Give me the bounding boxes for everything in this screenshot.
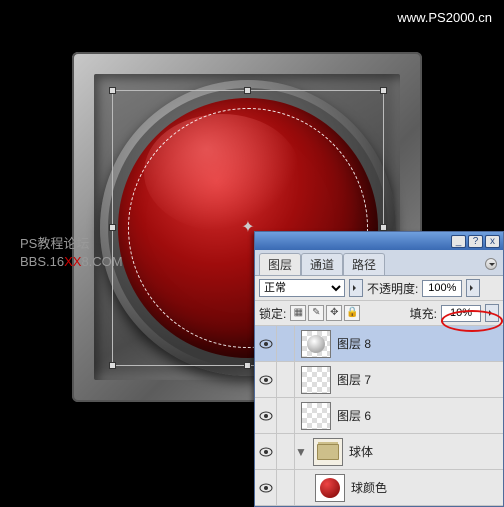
layer-name[interactable]: 图层 8 — [337, 335, 503, 352]
wm-b: XX — [64, 254, 81, 269]
layer-thumbnail[interactable] — [315, 474, 345, 502]
visibility-toggle[interactable] — [255, 434, 277, 470]
group-twisty[interactable]: ▼ — [295, 445, 307, 459]
panel-titlebar[interactable]: _ ? x — [255, 232, 503, 250]
wm-c: 8.COM — [81, 254, 122, 269]
ft-handle-bottom-center[interactable] — [244, 362, 251, 369]
layer-name[interactable]: 球体 — [349, 443, 503, 460]
opacity-label: 不透明度: — [367, 280, 418, 297]
ft-handle-bottom-left[interactable] — [109, 362, 116, 369]
lock-all-icon[interactable]: 🔒 — [344, 305, 360, 321]
wm-a: BBS.16 — [20, 254, 64, 269]
link-column[interactable] — [277, 398, 295, 434]
panel-menu-button[interactable] — [485, 258, 497, 270]
visibility-toggle[interactable] — [255, 362, 277, 398]
watermark-forum: PS教程论坛 BBS.16XX8.COM — [20, 235, 123, 271]
lock-label: 锁定: — [259, 305, 286, 322]
link-column[interactable] — [277, 470, 295, 506]
blend-mode-select[interactable]: 正常 — [259, 279, 345, 297]
eye-icon — [259, 447, 273, 457]
layer-row[interactable]: 球颜色 — [255, 470, 503, 506]
lock-pixels-icon[interactable]: ▦ — [290, 305, 306, 321]
ft-handle-mid-left[interactable] — [109, 224, 116, 231]
watermark-url: www.PS2000.cn — [397, 10, 492, 25]
layers-panel: _ ? x 图层 通道 路径 正常 不透明度: 锁定: ▦ ✎ ✥ 🔒 填充: — [254, 231, 504, 507]
lock-icons: ▦ ✎ ✥ 🔒 — [290, 305, 360, 321]
visibility-toggle[interactable] — [255, 326, 277, 362]
panel-close-button[interactable]: x — [485, 235, 500, 248]
layer-row[interactable]: 图层 8 — [255, 326, 503, 362]
fill-flyout[interactable] — [485, 304, 499, 322]
layer-thumbnail[interactable] — [301, 402, 331, 430]
layer-name[interactable]: 球颜色 — [351, 479, 503, 496]
fill-input[interactable] — [441, 305, 481, 322]
tab-layers[interactable]: 图层 — [259, 253, 301, 275]
link-column[interactable] — [277, 326, 295, 362]
layer-list: 图层 8 图层 7 图层 6 ▼ 球体 — [255, 326, 503, 506]
layer-group-row[interactable]: ▼ 球体 — [255, 434, 503, 470]
lock-row: 锁定: ▦ ✎ ✥ 🔒 填充: — [255, 301, 503, 326]
layer-row[interactable]: 图层 6 — [255, 398, 503, 434]
layer-row[interactable]: 图层 7 — [255, 362, 503, 398]
tab-paths[interactable]: 路径 — [343, 253, 385, 275]
layer-thumbnail[interactable] — [301, 366, 331, 394]
eye-icon — [259, 411, 273, 421]
ft-handle-top-left[interactable] — [109, 87, 116, 94]
eye-icon — [259, 483, 273, 493]
layer-thumbnail[interactable] — [301, 330, 331, 358]
fill-label: 填充: — [410, 305, 437, 322]
tab-channels[interactable]: 通道 — [301, 253, 343, 275]
panel-help-button[interactable]: ? — [468, 235, 483, 248]
lock-move-icon[interactable]: ✥ — [326, 305, 342, 321]
ft-center-point[interactable]: ✦ — [241, 221, 255, 235]
ft-handle-mid-right[interactable] — [380, 224, 387, 231]
lock-brush-icon[interactable]: ✎ — [308, 305, 324, 321]
panel-tabs: 图层 通道 路径 — [255, 250, 503, 276]
blend-mode-flyout[interactable] — [349, 279, 363, 297]
opacity-flyout[interactable] — [466, 279, 480, 297]
link-column[interactable] — [277, 362, 295, 398]
blend-row: 正常 不透明度: — [255, 276, 503, 301]
panel-min-button[interactable]: _ — [451, 235, 466, 248]
folder-icon[interactable] — [313, 438, 343, 466]
opacity-input[interactable] — [422, 280, 462, 297]
visibility-toggle[interactable] — [255, 470, 277, 506]
eye-icon — [259, 339, 273, 349]
layer-name[interactable]: 图层 6 — [337, 407, 503, 424]
ft-handle-top-center[interactable] — [244, 87, 251, 94]
watermark-forum-line2: BBS.16XX8.COM — [20, 253, 123, 271]
link-column[interactable] — [277, 434, 295, 470]
ft-handle-top-right[interactable] — [380, 87, 387, 94]
watermark-forum-line1: PS教程论坛 — [20, 235, 123, 253]
layer-name[interactable]: 图层 7 — [337, 371, 503, 388]
eye-icon — [259, 375, 273, 385]
visibility-toggle[interactable] — [255, 398, 277, 434]
